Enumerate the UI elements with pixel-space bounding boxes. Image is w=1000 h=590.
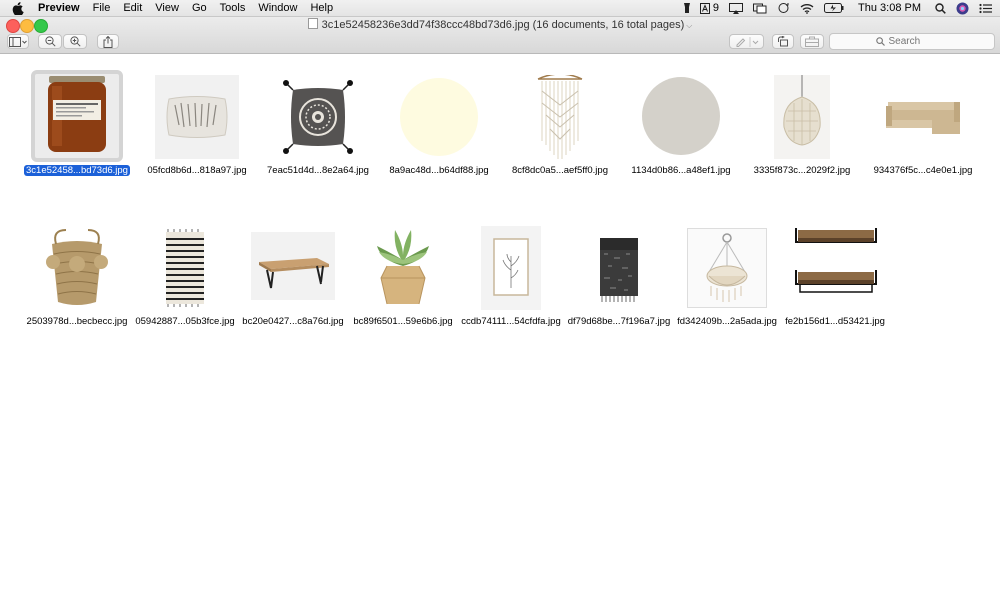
candle-jar-image: [48, 76, 106, 152]
zoom-out-icon: [44, 36, 56, 47]
window-titlebar: 3c1e52458236e3dd74f38ccc48bd73d6.jpg (16…: [0, 17, 1000, 54]
chevron-down-icon[interactable]: ⌵: [686, 21, 692, 30]
share-button[interactable]: [97, 34, 119, 49]
markup-button[interactable]: [729, 34, 764, 49]
pendant-lamp-image: [774, 75, 830, 159]
display-mirroring-icon[interactable]: [753, 0, 767, 16]
thumbnail-filename[interactable]: fd342409b...2a5ada.jpg: [672, 316, 782, 328]
notification-center-icon[interactable]: [979, 0, 992, 16]
menu-tools[interactable]: Tools: [220, 0, 246, 16]
toolbox-icon: [805, 36, 819, 47]
thumbnail-filename[interactable]: 1134d0b86...a48ef1.jpg: [626, 165, 736, 177]
thumbnail-filename[interactable]: 8a9ac48d...b64df88.jpg: [384, 165, 494, 177]
sidebar-toggle-button[interactable]: [7, 34, 29, 49]
menu-help[interactable]: Help: [310, 0, 333, 16]
pompom-basket-image: [46, 229, 108, 305]
sectional-sofa-image: [886, 102, 960, 134]
thumbnail-filename[interactable]: fe2b156d1...d53421.jpg: [780, 316, 890, 328]
thumbnail-filename[interactable]: 8cf8dc0a5...aef5ff0.jpg: [505, 165, 615, 177]
hanging-chair-image: [687, 228, 767, 308]
lumbar-pillow-image: [155, 75, 239, 159]
thumbnail-filename[interactable]: bc89f6501...59e6b6.jpg: [348, 316, 458, 328]
document-proxy-icon[interactable]: [307, 18, 318, 29]
rotate-icon: [778, 36, 788, 47]
search-field[interactable]: [829, 33, 995, 50]
throw-blanket-image: [600, 238, 638, 302]
toolbox-button[interactable]: [800, 34, 824, 49]
apple-menu-icon[interactable]: [12, 1, 26, 15]
menu-file[interactable]: File: [93, 0, 111, 16]
sync-icon[interactable]: [777, 0, 790, 16]
thumbnail-filename[interactable]: 3c1e52458...bd73d6.jpg: [22, 165, 132, 177]
menu-bar: Preview File Edit View Go Tools Window H…: [0, 0, 1000, 17]
sidebar-icon: [9, 36, 27, 47]
adobe-icon[interactable]: [699, 0, 710, 16]
gray-swatch-image: [642, 77, 720, 155]
coffee-table-image: [251, 232, 335, 300]
window-title-text: 3c1e52458236e3dd74f38ccc48bd73d6.jpg (16…: [321, 19, 685, 31]
medallion-pillow-image: [283, 80, 353, 154]
spotlight-search-icon[interactable]: [935, 0, 946, 16]
thumbnail-filename[interactable]: 2503978d...becbecc.jpg: [22, 316, 132, 328]
rotate-button[interactable]: [772, 34, 794, 49]
yellow-swatch-image: [400, 78, 478, 156]
wifi-icon[interactable]: [800, 0, 814, 16]
botanical-print-image: [481, 226, 541, 310]
thumbnail-filename[interactable]: 05fcd8b6d...818a97.jpg: [142, 165, 252, 177]
flashlight-icon[interactable]: [682, 0, 692, 16]
thumbnail-filename[interactable]: 934376f5c...c4e0e1.jpg: [868, 165, 978, 177]
app-menu-preview[interactable]: Preview: [38, 0, 80, 16]
airplay-icon[interactable]: [729, 0, 744, 16]
thumbnail-filename[interactable]: 05942887...05b3fce.jpg: [130, 316, 240, 328]
menu-edit[interactable]: Edit: [123, 0, 142, 16]
search-input[interactable]: [888, 36, 949, 47]
menu-clock[interactable]: Thu 3:08 PM: [858, 0, 921, 16]
notification-badge[interactable]: 9: [713, 0, 719, 16]
thumbnail-filename[interactable]: df79d68be...7f196a7.jpg: [564, 316, 674, 328]
thumbnail-filename[interactable]: 7eac51d4d...8e2a64.jpg: [263, 165, 373, 177]
zoom-in-icon: [69, 36, 81, 47]
menu-window[interactable]: Window: [258, 0, 297, 16]
wall-shelves-image: [795, 228, 877, 293]
share-icon: [103, 35, 113, 48]
thumbnail-filename[interactable]: ccdb74111...54cfdfa.jpg: [456, 316, 566, 328]
menu-go[interactable]: Go: [192, 0, 207, 16]
thumbnail-filename[interactable]: 3335f873c...2029f2.jpg: [747, 165, 857, 177]
striped-rug-image: [166, 229, 204, 307]
pen-icon: [736, 36, 758, 47]
battery-icon[interactable]: [824, 0, 844, 16]
search-icon: [875, 37, 885, 46]
menu-view[interactable]: View: [155, 0, 179, 16]
zoom-out-button[interactable]: [38, 34, 62, 49]
macrame-hanging-image: [537, 75, 583, 159]
zoom-in-button[interactable]: [63, 34, 87, 49]
window-title[interactable]: 3c1e52458236e3dd74f38ccc48bd73d6.jpg (16…: [0, 18, 1000, 33]
siri-icon[interactable]: [956, 0, 969, 16]
succulent-plant-image: [377, 230, 429, 305]
thumbnail-filename[interactable]: bc20e0427...c8a76d.jpg: [238, 316, 348, 328]
